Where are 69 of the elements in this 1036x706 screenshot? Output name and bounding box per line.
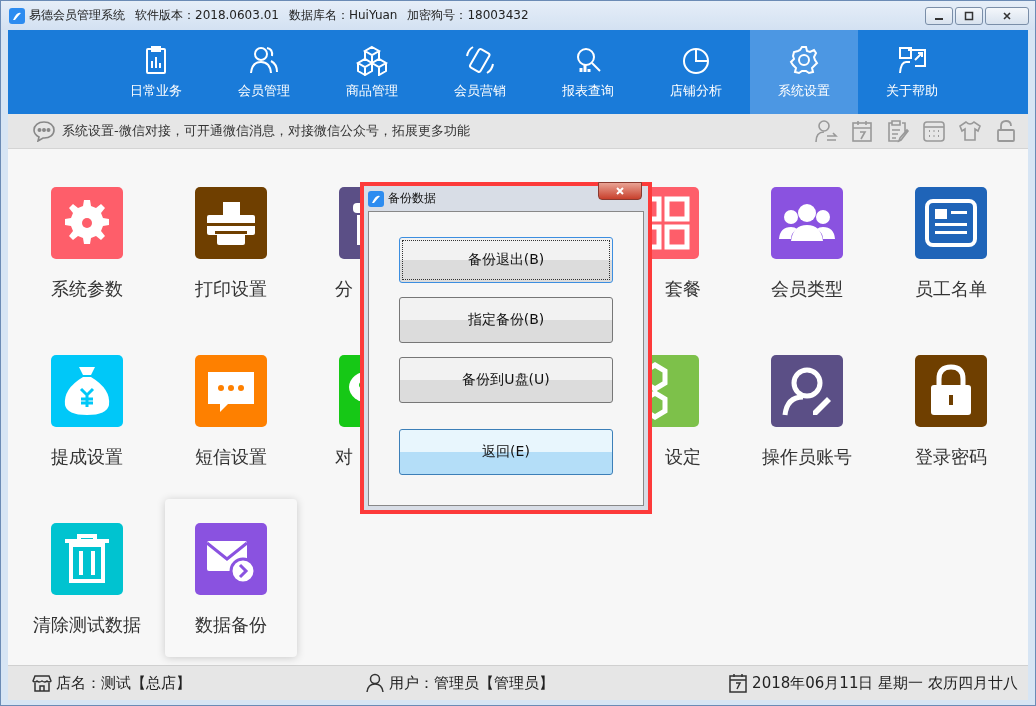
tile-label: 会员类型 (770, 277, 844, 301)
phone-icon (464, 44, 496, 76)
tile-label: 短信设置 (194, 445, 268, 469)
calendar-icon[interactable] (850, 119, 874, 143)
dongle-text: 加密狗号：18003432 (407, 7, 529, 24)
nav-tab[interactable]: 日常业务 (102, 30, 210, 114)
dialog-button[interactable]: 返回(E) (399, 429, 613, 475)
nav-tab[interactable]: 系统设置 (750, 30, 858, 114)
padlock-icon[interactable] (915, 355, 987, 427)
user-icon (365, 673, 386, 693)
dialog-button[interactable]: 备份退出(B) (399, 237, 613, 283)
calendar-icon (728, 673, 749, 693)
minimize-button[interactable] (925, 6, 953, 25)
selected-tile-card[interactable]: 数据备份 (165, 499, 297, 657)
id-card-icon[interactable] (915, 187, 987, 259)
close-button[interactable] (598, 182, 642, 200)
store-name: 店名：测试【总店】 (56, 673, 191, 693)
users-icon (248, 44, 280, 76)
tile-label: 清除测试数据 (32, 613, 142, 637)
tile-label: 提成设置 (50, 445, 124, 469)
nav-tab[interactable]: 关于帮助 (858, 30, 966, 114)
dialog-button[interactable]: 指定备份(B) (399, 297, 613, 343)
gear-icon[interactable] (51, 187, 123, 259)
people-icon[interactable] (771, 187, 843, 259)
tile-label: 系统参数 (50, 277, 124, 301)
tile-label: 操作员账号 (761, 445, 853, 469)
nav-tab[interactable]: 会员营销 (426, 30, 534, 114)
tile-label: 数据备份 (194, 613, 268, 637)
version-text: 软件版本：2018.0603.01 (135, 7, 279, 24)
trash-icon[interactable] (51, 523, 123, 595)
store-icon (32, 673, 52, 693)
maximize-icon (964, 10, 974, 21)
help-board-icon (896, 44, 928, 76)
user-edit-icon[interactable] (771, 355, 843, 427)
shirt-icon[interactable] (958, 119, 982, 143)
calculator-icon[interactable] (922, 119, 946, 143)
settings-icon (788, 44, 820, 76)
close-icon (1002, 10, 1012, 21)
info-message: 系统设置-微信对接，可开通微信消息，对接微信公众号，拓展更多功能 (62, 122, 470, 140)
tile-label: 登录密码 (914, 445, 988, 469)
chat-bubble-icon[interactable] (195, 355, 267, 427)
close-button[interactable] (985, 6, 1029, 25)
window-title: 易德会员管理系统 (29, 7, 125, 24)
nav-tab[interactable]: 商品管理 (318, 30, 426, 114)
money-bag-icon[interactable] (51, 355, 123, 427)
nav-tab[interactable]: 会员管理 (210, 30, 318, 114)
dialog-button[interactable]: 备份到U盘(U) (399, 357, 613, 403)
printer-icon[interactable] (195, 187, 267, 259)
user-name: 用户：管理员【管理员】 (389, 673, 555, 693)
nav-tab[interactable]: 报表查询 (534, 30, 642, 114)
tile-label: 员工名单 (914, 277, 988, 301)
cubes-icon (356, 44, 388, 76)
app-logo-icon (368, 190, 384, 207)
minimize-icon (935, 17, 943, 20)
dialog-title: 备份数据 (388, 190, 436, 207)
database-text: 数据库名：HuiYuan (289, 7, 398, 24)
tile-label: 套餐 (664, 277, 702, 301)
nav-tab[interactable]: 店铺分析 (642, 30, 750, 114)
tile-label: 打印设置 (194, 277, 268, 301)
tile-label: 设定 (664, 445, 702, 469)
user-transfer-icon[interactable] (814, 119, 838, 143)
tile-label: 对 (334, 445, 354, 469)
date-text: 2018年06月11日 星期一 农历四月廿八 (752, 673, 1018, 693)
speech-bubble-icon (32, 120, 56, 142)
maximize-button[interactable] (955, 6, 983, 25)
app-logo-icon (9, 7, 25, 24)
edit-list-icon[interactable] (886, 119, 910, 143)
tile-label: 分 (334, 277, 354, 301)
close-icon (615, 186, 625, 196)
